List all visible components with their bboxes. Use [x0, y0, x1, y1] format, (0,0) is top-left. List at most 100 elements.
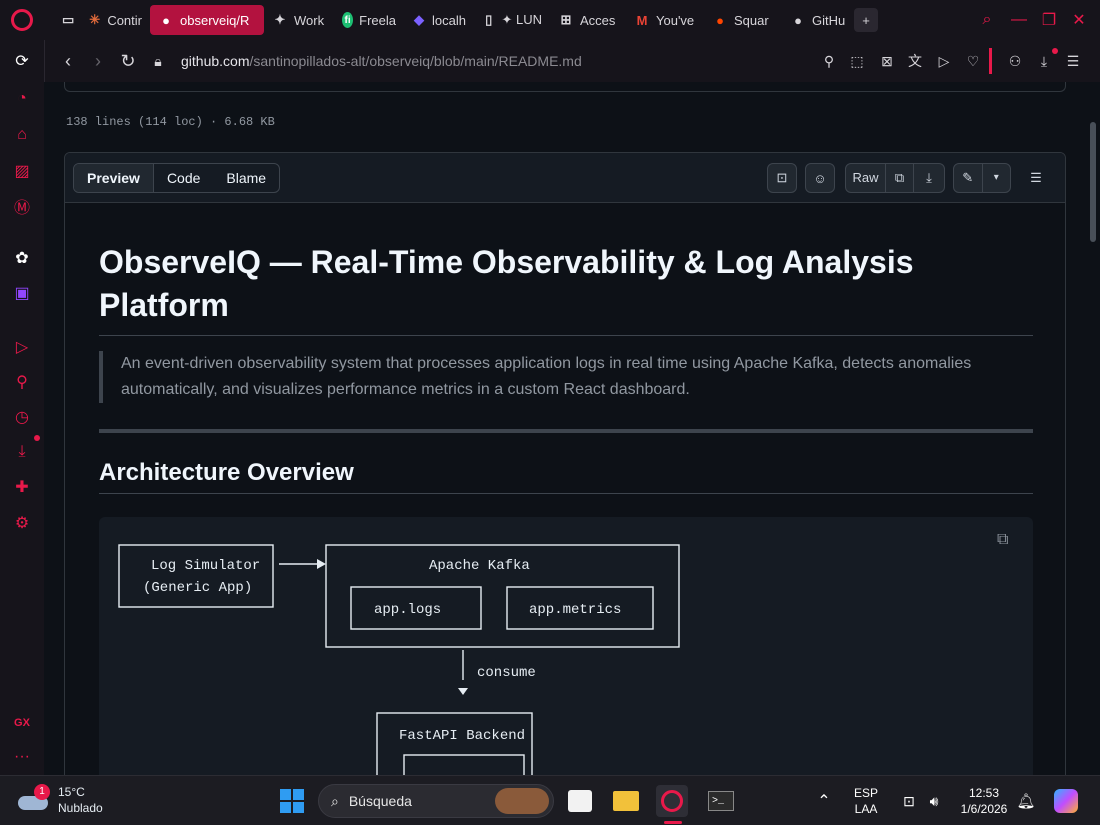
player-icon[interactable]: ▨: [11, 160, 33, 182]
log-simulator-box: [118, 544, 274, 608]
tab-9[interactable]: ● GitHu: [782, 5, 854, 35]
store-icon[interactable]: [564, 785, 596, 817]
stack-icon: ◆: [414, 12, 425, 27]
tab-1-active[interactable]: ● observeiq/R: [150, 5, 264, 35]
asterisk-icon: ✳: [89, 12, 101, 27]
history-icon[interactable]: ◷: [11, 406, 33, 428]
opera-logo-icon[interactable]: [0, 0, 44, 40]
terminal-icon[interactable]: >_: [705, 785, 737, 817]
search-highlight-image: [495, 788, 549, 814]
taskbar-search[interactable]: ⌕ Búsqueda: [318, 784, 554, 818]
extensions-icon[interactable]: ✚: [11, 476, 33, 498]
clock[interactable]: 12:53 1/6/2026: [952, 785, 1016, 817]
diagram-app-metrics: app.metrics: [529, 602, 621, 618]
windows-start-icon[interactable]: [276, 785, 308, 817]
diagram-apache-kafka: Apache Kafka: [429, 558, 530, 574]
tab-label: Squar: [734, 12, 769, 28]
copilot-icon: ☺: [813, 170, 827, 186]
tab-5[interactable]: ▯ ✦ LUN: [474, 5, 550, 35]
edit-pencil-icon[interactable]: ✎: [954, 164, 983, 192]
tab-8[interactable]: ● Squar: [704, 5, 782, 35]
gx-label[interactable]: GX: [11, 712, 33, 734]
diagram-consume: consume: [477, 665, 536, 681]
new-tab-button[interactable]: +: [854, 8, 878, 32]
play-icon[interactable]: ▷: [11, 336, 33, 358]
pin-icon[interactable]: ⚲: [11, 371, 33, 393]
reload-button[interactable]: ↻: [113, 46, 143, 76]
chatgpt-icon[interactable]: ✿: [11, 247, 33, 269]
search-tabs-icon[interactable]: ⌕: [972, 0, 1002, 40]
weather-widget[interactable]: 1 15°C Nublado: [18, 784, 103, 816]
forward-button[interactable]: ›: [83, 46, 113, 76]
account-icon[interactable]: ⚇: [1004, 50, 1026, 72]
tab-preview[interactable]: Preview: [74, 164, 154, 192]
edit-dropdown-icon[interactable]: ▾: [983, 164, 1011, 192]
language-indicator[interactable]: ESP LAA: [850, 785, 882, 817]
active-indicator: [664, 821, 682, 824]
more-icon[interactable]: ···: [11, 746, 33, 768]
heart-icon[interactable]: ♡: [962, 50, 984, 72]
back-button[interactable]: ‹: [53, 46, 83, 76]
diagram-fastapi-backend: FastAPI Backend: [399, 728, 525, 744]
tab-4[interactable]: ◆ localh: [404, 5, 474, 35]
vertical-scrollbar[interactable]: [1090, 122, 1096, 242]
snapshot-icon[interactable]: ⬚: [846, 50, 868, 72]
tab-workspace-icon[interactable]: ▭: [54, 5, 80, 35]
volume-icon[interactable]: 🔊︎: [918, 785, 950, 817]
tab-label: Work: [294, 12, 325, 28]
menu-icon[interactable]: ☰: [1062, 50, 1084, 72]
download-icon[interactable]: ⤓: [1033, 50, 1055, 72]
symbols-button[interactable]: ⊡: [767, 163, 797, 193]
copilot-taskbar-icon[interactable]: [1050, 785, 1082, 817]
file-icon: ▯: [485, 12, 493, 27]
chevron-up-icon[interactable]: ⌃: [808, 785, 840, 817]
outline-list-icon[interactable]: ☰: [1021, 163, 1051, 193]
browser-tab-bar: ▭ ✳ Contir ● observeiq/R ✦ Work fi Freela ◆ l…: [0, 0, 1100, 40]
twitch-icon[interactable]: ▣: [11, 282, 33, 304]
notification-bell-icon[interactable]: 🔔︎: [1010, 785, 1042, 817]
divider: [989, 48, 992, 74]
raw-button[interactable]: Raw: [846, 164, 886, 192]
opera-sidebar: ⟳ ◔ ⌂ ▨ Ⓜ ✿ ▣ ▷ ⚲ ◷ ⤓ ✚ ⚙ GX ···: [0, 40, 44, 775]
copilot-button[interactable]: ☺: [805, 163, 835, 193]
restore-button[interactable]: ❐: [1034, 0, 1064, 40]
tab-label: Freela: [359, 12, 396, 28]
url-field[interactable]: github.com/santinopillados-alt/observeiq…: [181, 53, 582, 69]
arrow-head-down: [458, 688, 468, 695]
tab-7[interactable]: M You've: [626, 5, 704, 35]
translate-icon[interactable]: 文: [904, 50, 926, 72]
refresh-icon[interactable]: ⟳: [11, 50, 33, 72]
tab-6[interactable]: ⊞ Acces: [550, 5, 626, 35]
send-icon[interactable]: ▷: [933, 50, 955, 72]
messenger-m-icon[interactable]: Ⓜ: [11, 195, 33, 217]
notification-dot: [34, 435, 40, 441]
opera-gx-taskbar-icon[interactable]: [656, 785, 688, 817]
minimize-button[interactable]: —: [1004, 0, 1034, 40]
pin-page-icon[interactable]: ⚲: [818, 50, 840, 72]
file-explorer-icon[interactable]: [610, 785, 642, 817]
tab-code[interactable]: Code: [154, 164, 213, 192]
downloads-icon[interactable]: ⤓: [11, 441, 33, 463]
windows-taskbar: 1 15°C Nublado ⌕ Búsqueda >_ ⌃ ESP LAA ⊡…: [0, 775, 1100, 825]
tab-label: Acces: [580, 12, 616, 28]
previous-box-edge: [64, 82, 1066, 92]
settings-gear-icon[interactable]: ⚙: [11, 512, 33, 534]
tab-2[interactable]: ✦ Work: [264, 5, 334, 35]
architecture-diagram: Log Simulator (Generic App) Apache Kafka…: [118, 544, 680, 775]
clock-time: 12:53: [968, 786, 1000, 800]
tab-0[interactable]: ✳ Contir: [80, 5, 150, 35]
cloud-icon: 1: [18, 784, 50, 812]
download-raw-icon[interactable]: ⤓: [914, 164, 944, 192]
shop-icon[interactable]: ⌂: [11, 124, 33, 146]
tab-label: You've: [656, 12, 695, 28]
tab-3[interactable]: fi Freela: [334, 5, 404, 35]
adblock-icon[interactable]: ⊠: [876, 50, 898, 72]
raw-group: Raw ⧉ ⤓: [845, 163, 945, 193]
architecture-code-block: ⧉ Log Simulator (Generic App) Apache Kaf…: [99, 517, 1033, 775]
speed-dial-icon[interactable]: ◔: [11, 88, 33, 110]
copy-raw-icon[interactable]: ⧉: [886, 164, 914, 192]
horizontal-rule: [99, 429, 1033, 433]
diagram-app-logs: app.logs: [374, 602, 441, 618]
tab-blame[interactable]: Blame: [213, 164, 279, 192]
close-button[interactable]: ✕: [1064, 0, 1094, 40]
